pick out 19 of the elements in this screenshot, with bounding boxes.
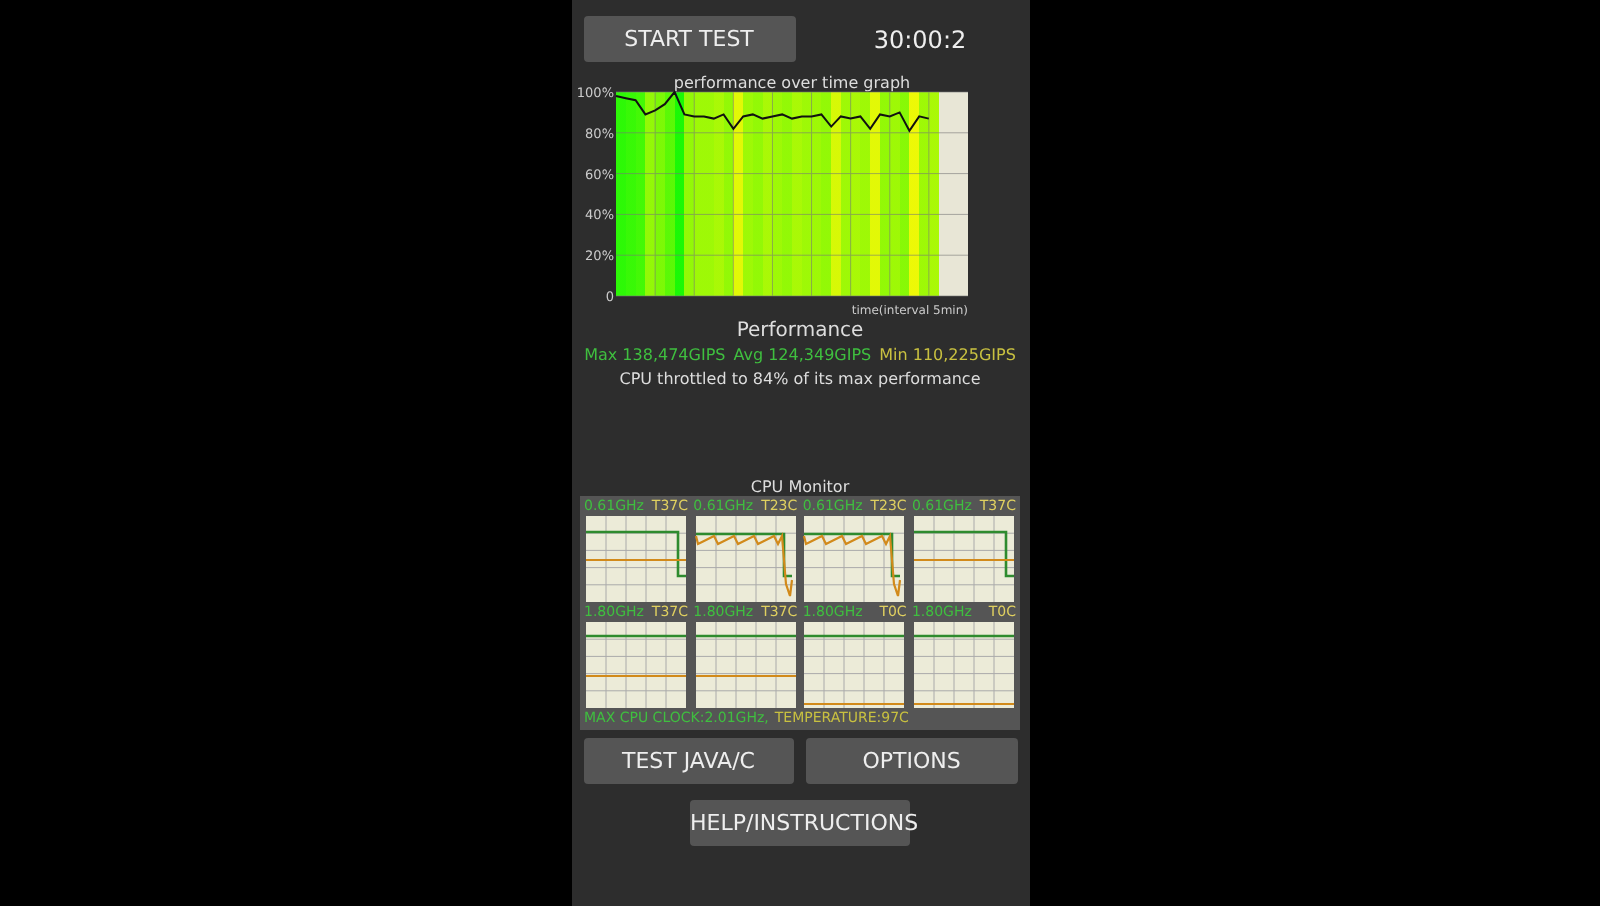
core-graph [584, 622, 688, 708]
performance-title: Performance [736, 318, 864, 344]
core-graph [911, 622, 1016, 708]
core-graph [693, 622, 798, 708]
min-stat: Min 110,225GIPS [879, 344, 1016, 368]
core-graph [911, 516, 1016, 602]
cpu-monitor-title: CPU Monitor [750, 478, 850, 496]
timer: 30:00:2 [871, 25, 969, 53]
core-graph [584, 516, 688, 602]
start-test-button[interactable]: START TEST [583, 16, 795, 62]
throttle-text: CPU throttled to 84% of its max performance [619, 368, 981, 392]
avg-stat: Avg 124,349GIPS [733, 344, 872, 368]
max-stat: Max 138,474GIPS [584, 344, 726, 368]
test-java-button[interactable]: TEST JAVA/C [583, 738, 794, 784]
core-graph [802, 622, 907, 708]
options-button[interactable]: OPTIONS [806, 738, 1017, 784]
core-graph [802, 516, 907, 602]
chart-title: performance over time graph [672, 74, 910, 92]
core-graph [693, 516, 798, 602]
